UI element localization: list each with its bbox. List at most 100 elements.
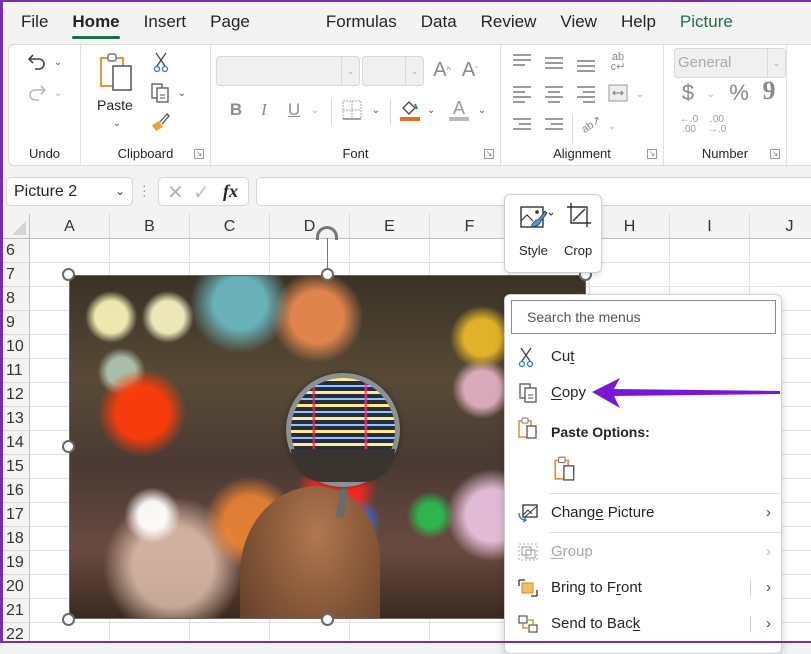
row-header-19[interactable]: 19 <box>3 551 30 575</box>
resize-handle-top-middle[interactable] <box>321 268 334 281</box>
column-header-b[interactable]: B <box>110 214 190 239</box>
top-align-icon[interactable] <box>513 51 531 69</box>
font-color-dropdown-chevron-icon[interactable]: ⌄ <box>477 103 487 117</box>
copy-icon[interactable] <box>149 82 171 104</box>
fill-color-icon[interactable] <box>398 97 422 123</box>
column-header-e[interactable]: E <box>350 214 430 239</box>
comma-style-button[interactable]: 9 <box>762 76 776 105</box>
menu-item-send-to-back[interactable]: Send to Back › <box>505 607 781 641</box>
increase-indent-icon[interactable] <box>545 115 563 133</box>
tab-view[interactable]: View <box>560 0 597 42</box>
resize-handle-bottom-middle[interactable] <box>321 613 334 626</box>
paste-keep-source-button[interactable] <box>553 455 579 481</box>
column-header-d[interactable]: D <box>270 214 350 239</box>
alignment-dialog-launcher-icon[interactable]: ↘ <box>647 149 657 159</box>
format-painter-icon[interactable] <box>149 111 171 133</box>
row-header-8[interactable]: 8 <box>3 287 30 311</box>
clipboard-dialog-launcher-icon[interactable]: ↘ <box>194 149 204 159</box>
row-header-12[interactable]: 12 <box>3 383 30 407</box>
row-header-15[interactable]: 15 <box>3 455 30 479</box>
align-right-icon[interactable] <box>577 83 595 106</box>
underline-button[interactable]: U <box>285 99 303 121</box>
name-box[interactable]: Picture 2 ⌄ <box>6 177 133 206</box>
column-header-f[interactable]: F <box>430 214 510 239</box>
search-menus-input[interactable]: Search the menus <box>511 300 776 334</box>
tab-file[interactable]: File <box>21 0 48 42</box>
font-size-select[interactable]: ⌄ <box>362 56 424 86</box>
currency-dropdown-chevron-icon[interactable]: ⌄ <box>706 87 716 101</box>
bold-button[interactable]: B <box>227 99 245 121</box>
formula-bar-grip[interactable]: · · · <box>142 178 147 202</box>
bring-to-front-submenu-chevron-icon[interactable]: › <box>766 571 771 605</box>
style-label[interactable]: Style <box>519 243 548 258</box>
cancel-entry-icon[interactable]: ✕ <box>167 180 184 205</box>
resize-handle-middle-left[interactable] <box>62 440 75 453</box>
orientation-dropdown-chevron-icon[interactable]: ⌄ <box>607 119 617 133</box>
decrease-font-size-icon[interactable]: Aˇ <box>457 57 483 83</box>
row-header-16[interactable]: 16 <box>3 479 30 503</box>
select-all-corner[interactable] <box>3 214 30 239</box>
confirm-entry-icon[interactable]: ✓ <box>193 180 210 205</box>
orientation-icon[interactable]: ab↗ <box>575 108 607 140</box>
crop-icon[interactable] <box>565 201 595 233</box>
tab-page-layout[interactable]: Page Layout <box>210 0 302 75</box>
bottom-align-icon[interactable] <box>577 57 595 75</box>
row-header-20[interactable]: 20 <box>3 575 30 599</box>
tab-home[interactable]: Home <box>72 0 120 42</box>
paste-icon[interactable] <box>97 51 137 95</box>
decrease-indent-icon[interactable] <box>513 115 531 133</box>
picture-style-button[interactable] <box>519 203 555 235</box>
row-header-9[interactable]: 9 <box>3 311 30 335</box>
row-header-18[interactable]: 18 <box>3 527 30 551</box>
tab-data[interactable]: Data <box>421 0 457 42</box>
decrease-decimal-icon[interactable]: .00 →.0 <box>706 113 728 137</box>
wrap-text-icon[interactable]: ab c↵ <box>607 51 629 73</box>
underline-dropdown-chevron-icon[interactable]: ⌄ <box>310 103 320 117</box>
column-header-a[interactable]: A <box>30 214 110 239</box>
redo-dropdown-chevron-icon[interactable]: ⌄ <box>53 86 63 100</box>
menu-item-group[interactable]: Group › <box>505 535 781 569</box>
tab-review[interactable]: Review <box>481 0 537 42</box>
font-dialog-launcher-icon[interactable]: ↘ <box>484 149 494 159</box>
column-header-c[interactable]: C <box>190 214 270 239</box>
copy-dropdown-chevron-icon[interactable]: ⌄ <box>177 87 187 99</box>
row-header-21[interactable]: 21 <box>3 599 30 623</box>
currency-button[interactable]: $ <box>678 80 698 105</box>
merge-dropdown-chevron-icon[interactable]: ⌄ <box>635 87 645 101</box>
row-header-17[interactable]: 17 <box>3 503 30 527</box>
font-color-icon[interactable]: A <box>447 97 471 123</box>
crop-label[interactable]: Crop <box>564 243 592 258</box>
borders-icon[interactable] <box>341 99 363 121</box>
send-to-back-submenu-chevron-icon[interactable]: › <box>766 607 771 641</box>
merge-center-icon[interactable] <box>607 83 629 103</box>
number-format-select[interactable]: General ⌄ <box>674 48 786 78</box>
tab-formulas[interactable]: Formulas <box>326 0 397 42</box>
row-header-10[interactable]: 10 <box>3 335 30 359</box>
redo-icon[interactable] <box>25 82 49 104</box>
font-name-select[interactable]: ⌄ <box>216 56 360 86</box>
increase-decimal-icon[interactable]: ←.0.00 <box>678 113 700 137</box>
insert-function-button[interactable]: fx <box>223 181 238 202</box>
tab-picture-format[interactable]: Picture Format <box>680 0 787 75</box>
column-header-j[interactable]: J <box>750 214 811 239</box>
number-dialog-launcher-icon[interactable]: ↘ <box>770 149 780 159</box>
borders-dropdown-chevron-icon[interactable]: ⌄ <box>371 103 381 117</box>
menu-item-bring-to-front[interactable]: Bring to Front › <box>505 571 781 605</box>
tab-insert[interactable]: Insert <box>144 0 187 42</box>
middle-align-icon[interactable] <box>545 54 563 72</box>
resize-handle-bottom-left[interactable] <box>62 613 75 626</box>
tab-help[interactable]: Help <box>621 0 656 42</box>
row-header-6[interactable]: 6 <box>3 239 30 263</box>
row-header-22[interactable]: 22 <box>3 623 30 643</box>
cut-scissors-icon[interactable] <box>151 51 171 73</box>
undo-icon[interactable] <box>25 51 49 73</box>
row-header-7[interactable]: 7 <box>3 263 30 287</box>
column-header-h[interactable]: H <box>590 214 670 239</box>
menu-item-cut[interactable]: Cut <box>505 340 781 374</box>
increase-font-size-icon[interactable]: A ^ <box>429 57 455 83</box>
row-header-11[interactable]: 11 <box>3 359 30 383</box>
name-box-chevron-icon[interactable]: ⌄ <box>115 178 125 205</box>
undo-dropdown-chevron-icon[interactable]: ⌄ <box>53 55 63 69</box>
column-header-i[interactable]: I <box>670 214 750 239</box>
paste-dropdown-chevron-icon[interactable]: ⌄ <box>111 117 123 129</box>
